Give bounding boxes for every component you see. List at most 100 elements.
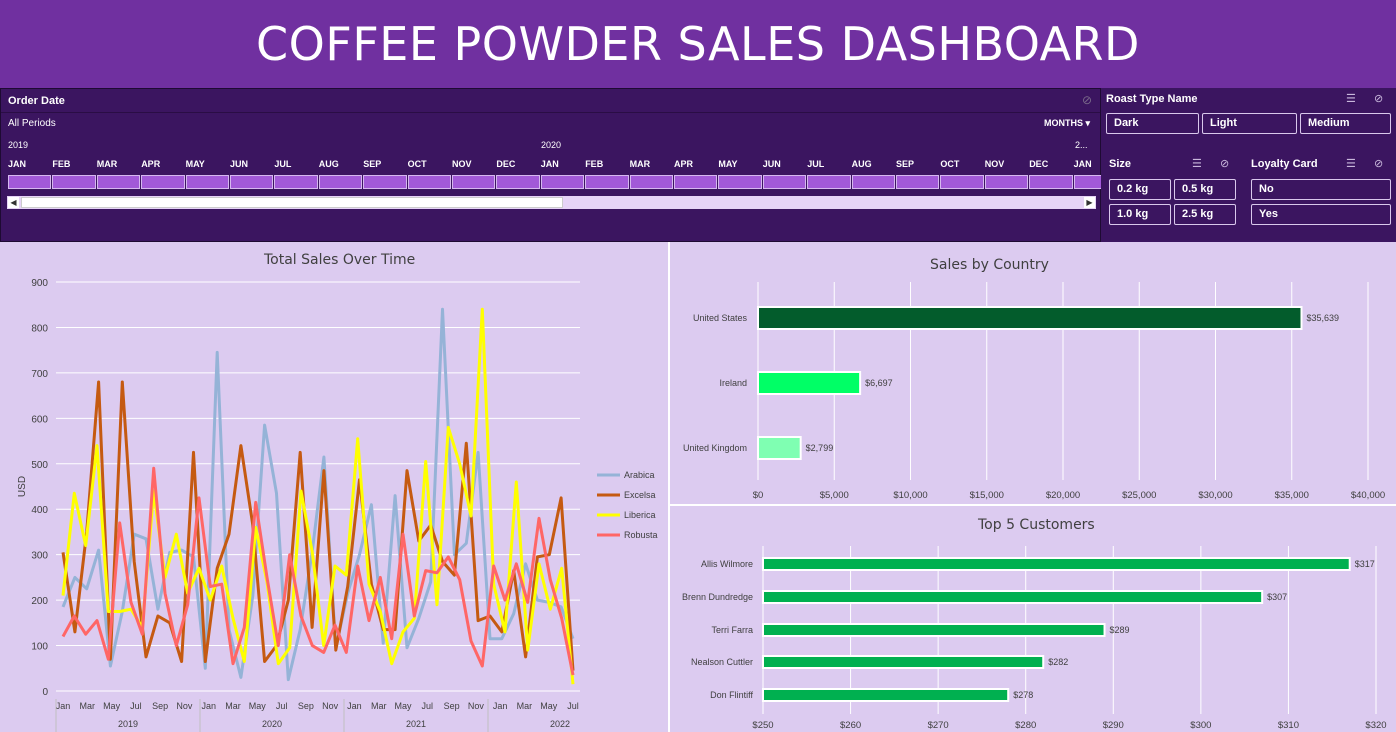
scroll-left-icon[interactable]: ◀ bbox=[8, 197, 19, 208]
timeline-month-cell[interactable] bbox=[807, 175, 851, 189]
y-tick-label: 600 bbox=[31, 414, 48, 425]
timeline-month-cell[interactable] bbox=[851, 175, 895, 189]
data-label: $317 bbox=[1355, 559, 1375, 569]
timeline-month-cell[interactable] bbox=[896, 175, 940, 189]
timeline-month-label: JUN bbox=[230, 159, 249, 169]
x-tick-label: $310 bbox=[1278, 720, 1299, 731]
timeline-month-label: MAR bbox=[96, 159, 118, 169]
size-0-5-button[interactable]: 0.5 kg bbox=[1174, 179, 1236, 200]
multi-select-icon[interactable]: ☰ bbox=[1346, 157, 1356, 170]
timeline-month-cell[interactable] bbox=[318, 175, 363, 189]
timeline-month-cell[interactable] bbox=[363, 175, 407, 189]
timeline-month-cell[interactable] bbox=[52, 175, 96, 189]
x-tick-label: Sep bbox=[298, 701, 314, 711]
loyalty-yes-button[interactable]: Yes bbox=[1251, 204, 1391, 225]
timeline-month-cell[interactable] bbox=[452, 175, 496, 189]
bar bbox=[762, 688, 1010, 702]
size-2-5-button[interactable]: 2.5 kg bbox=[1174, 204, 1236, 225]
timeline-month-cell[interactable] bbox=[230, 175, 274, 189]
line-chart: 0 100 200 300 400 500 600 700 800 900 USD Jan Mar May… bbox=[17, 278, 658, 732]
timeline-month-cell[interactable] bbox=[984, 175, 1029, 189]
scrollbar-thumb[interactable] bbox=[21, 197, 563, 208]
multi-select-icon[interactable]: ☰ bbox=[1192, 157, 1202, 170]
roast-light-button[interactable]: Light bbox=[1202, 113, 1297, 134]
timeline-month-cell[interactable] bbox=[718, 175, 762, 189]
x-year-label: 2022 bbox=[550, 719, 570, 729]
country-bar-chart: $0 $5,000 $10,000 $15,000 $20,000 $25,000 $30,… bbox=[683, 282, 1385, 501]
size-0-2-button[interactable]: 0.2 kg bbox=[1109, 179, 1171, 200]
timeline-granularity-dropdown[interactable]: MONTHS ▾ bbox=[1044, 118, 1090, 129]
timeline-month-label: NOV bbox=[984, 159, 1005, 169]
category-label: Nealson Cuttler bbox=[691, 657, 753, 667]
clear-filter-icon[interactable]: ⊘ bbox=[1082, 93, 1092, 107]
timeline-month-cell[interactable] bbox=[540, 175, 585, 189]
timeline-title: Order Date bbox=[8, 95, 65, 107]
roast-medium-button[interactable]: Medium bbox=[1300, 113, 1391, 134]
x-tick-label: $25,000 bbox=[1122, 490, 1156, 501]
category-label: United States bbox=[693, 313, 748, 323]
timeline-month-cell[interactable] bbox=[96, 175, 141, 189]
y-tick-label: 500 bbox=[31, 460, 48, 471]
timeline-month-cell[interactable] bbox=[762, 175, 807, 189]
bar bbox=[762, 557, 1351, 571]
x-tick-label: $320 bbox=[1365, 720, 1386, 731]
data-label: $282 bbox=[1048, 657, 1068, 667]
x-tick-label: Jul bbox=[422, 701, 434, 711]
x-tick-label: May bbox=[540, 701, 558, 711]
bar bbox=[762, 590, 1264, 604]
x-tick-label: Sep bbox=[152, 701, 168, 711]
x-tick-label: Jan bbox=[347, 701, 362, 711]
y-tick-label: 700 bbox=[31, 369, 48, 380]
timeline-month-label: DEC bbox=[1029, 159, 1049, 169]
legend-label: Arabica bbox=[624, 470, 655, 480]
loyalty-no-button[interactable]: No bbox=[1251, 179, 1391, 200]
y-tick-label: 900 bbox=[31, 278, 48, 289]
timeline-month-label: OCT bbox=[940, 159, 960, 169]
timeline-month-cell[interactable] bbox=[629, 175, 673, 189]
timeline-month-label: JAN bbox=[1073, 159, 1092, 169]
clear-filter-icon[interactable]: ⊘ bbox=[1374, 157, 1383, 170]
timeline-month-label: FEB bbox=[52, 159, 71, 169]
category-label: United Kingdom bbox=[683, 443, 747, 453]
order-date-timeline[interactable]: Order Date ⊘ All Periods MONTHS ▾ 2019 20… bbox=[0, 88, 1117, 242]
timeline-month-cell[interactable] bbox=[274, 175, 318, 189]
timeline-month-cell[interactable] bbox=[141, 175, 185, 189]
legend-label: Liberica bbox=[624, 510, 656, 520]
clear-filter-icon[interactable]: ⊘ bbox=[1220, 157, 1229, 170]
bar bbox=[757, 306, 1303, 330]
timeline-month-cell[interactable] bbox=[407, 175, 451, 189]
timeline-month-cell[interactable] bbox=[496, 175, 540, 189]
timeline-month-cell[interactable] bbox=[8, 175, 52, 189]
data-label: $289 bbox=[1110, 625, 1130, 635]
timeline-year-label: 2020 bbox=[541, 140, 562, 150]
dashboard-header: COFFEE POWDER SALES DASHBOARD bbox=[0, 0, 1396, 88]
sales-over-time-panel: Total Sales Over Time 0 100 200 300 400 500 60… bbox=[0, 242, 668, 732]
size-1-0-button[interactable]: 1.0 kg bbox=[1109, 204, 1171, 225]
bar bbox=[762, 655, 1045, 669]
category-label: Allis Wilmore bbox=[701, 559, 753, 569]
timeline-month-cell[interactable] bbox=[585, 175, 629, 189]
data-label: $6,697 bbox=[865, 378, 893, 388]
timeline-month-label: APR bbox=[141, 159, 161, 169]
data-label: $2,799 bbox=[806, 443, 834, 453]
timeline-scrollbar[interactable]: ◀ ▶ bbox=[7, 196, 1096, 209]
timeline-month-cell[interactable] bbox=[185, 175, 229, 189]
x-tick-label: Jan bbox=[493, 701, 508, 711]
roast-dark-button[interactable]: Dark bbox=[1106, 113, 1199, 134]
x-tick-label: $40,000 bbox=[1351, 490, 1385, 501]
timeline-month-label: AUG bbox=[851, 159, 872, 169]
timeline-month-cell[interactable] bbox=[940, 175, 984, 189]
clear-filter-icon[interactable]: ⊘ bbox=[1374, 92, 1383, 105]
x-tick-label: $15,000 bbox=[970, 490, 1004, 501]
scroll-right-icon[interactable]: ▶ bbox=[1084, 197, 1095, 208]
multi-select-icon[interactable]: ☰ bbox=[1346, 92, 1356, 105]
timeline-month-cell[interactable] bbox=[674, 175, 718, 189]
x-tick-label: Jan bbox=[56, 701, 71, 711]
category-label: Terri Farra bbox=[711, 625, 753, 635]
timeline-month-cell[interactable] bbox=[1029, 175, 1073, 189]
timeline-month-label: JUN bbox=[762, 159, 781, 169]
timeline-month-label: OCT bbox=[407, 159, 427, 169]
x-tick-label: $30,000 bbox=[1198, 490, 1232, 501]
data-label: $278 bbox=[1013, 690, 1033, 700]
timeline-month-label: FEB bbox=[585, 159, 604, 169]
